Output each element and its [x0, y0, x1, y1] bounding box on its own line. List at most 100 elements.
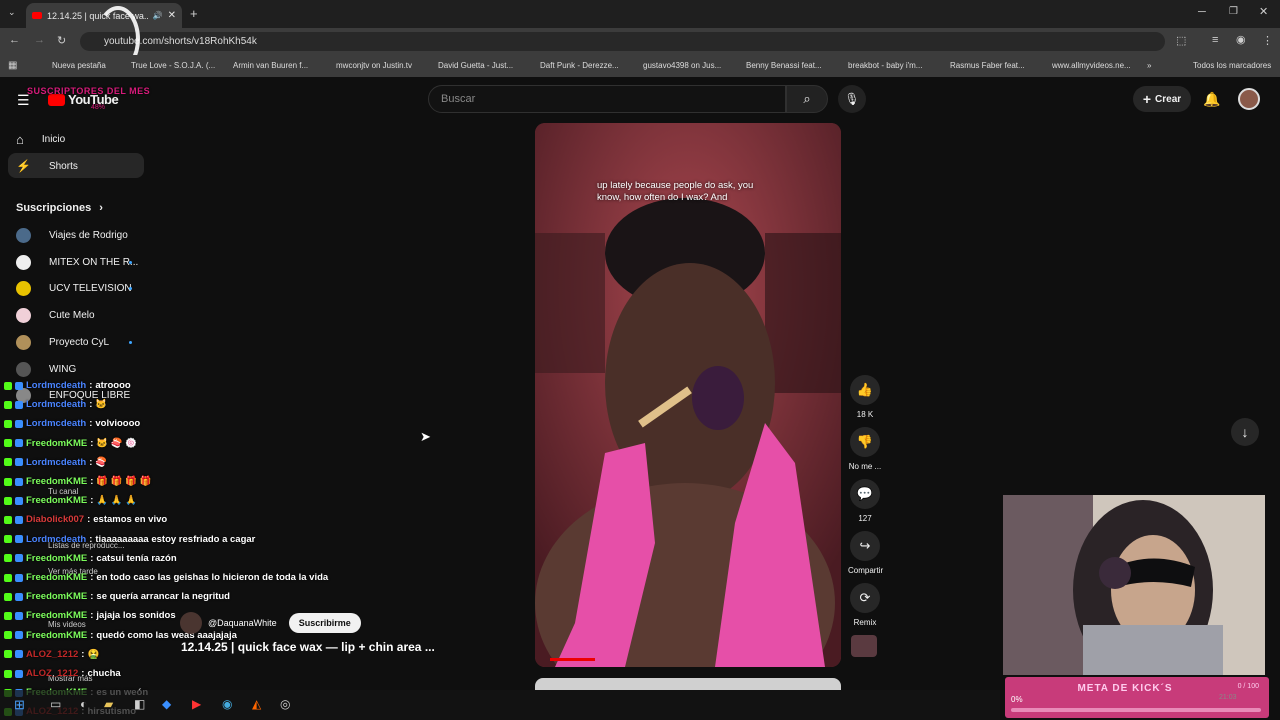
channel-handle[interactable]: @DaquanaWhite [208, 618, 277, 628]
forward-icon[interactable]: → [34, 34, 45, 46]
search-icon: ⌕ [803, 91, 811, 106]
edge-icon[interactable]: ◐ [80, 697, 87, 711]
chat-username: Diabolick007 [26, 514, 85, 526]
sub-badge-icon [15, 631, 23, 640]
bookmark-item[interactable]: Nueva pestaña [52, 61, 106, 70]
bookmark-item[interactable]: Armin van Buuren f... [233, 61, 308, 70]
channel-avatar [16, 361, 31, 377]
chat-text: chucha [87, 668, 121, 679]
address-bar[interactable]: youtube.com/shorts/v18RohKh54k [80, 32, 1165, 51]
windows-start-icon[interactable]: ⊞ [14, 697, 25, 713]
subscription-item[interactable]: MITEX ON THE R... [16, 254, 138, 270]
subscriptions-header[interactable]: Suscripciones › [16, 202, 103, 214]
short-video-player[interactable]: up lately because people do ask, you kno… [535, 123, 841, 667]
chat-username: Lordmcdeath [26, 418, 87, 430]
youtube-app-icon[interactable]: ▶ [192, 697, 201, 711]
chat-text: 🙏 🙏 🙏 [96, 495, 138, 507]
subscription-item[interactable]: WING [16, 361, 77, 377]
short-action-remix[interactable]: ⟳ Remix [848, 583, 882, 627]
all-bookmarks-folder[interactable]: Todos los marcadores [1193, 61, 1271, 70]
kick-badge-icon [4, 496, 12, 505]
more-bookmarks-icon[interactable]: » [1147, 61, 1151, 70]
sub-badge-icon [15, 611, 23, 620]
short-title[interactable]: 12.14.25 | quick face wax — lip + chin a… [181, 640, 435, 654]
file-explorer-icon[interactable]: ▰ [104, 697, 113, 711]
maximize-icon[interactable]: ❐ [1229, 6, 1238, 17]
bookmark-item[interactable]: gustavo4398 on Jus... [643, 61, 721, 70]
chat-username: Lordmcdeath [26, 533, 87, 545]
bookmark-item[interactable]: Benny Benassi feat... [746, 61, 822, 70]
chat-username: ALOZ_1212 [26, 668, 79, 679]
create-button[interactable]: + Crear [1133, 86, 1191, 112]
reload-icon[interactable]: ↻ [57, 34, 66, 47]
sub-badge-icon [15, 515, 23, 524]
chat-message: FreedomKME: 🎁 🎁 🎁 🎁 [4, 476, 152, 487]
subscription-item[interactable]: UCV TELEVISION [16, 281, 132, 297]
bookmark-item[interactable]: mwconjtv on Justin.tv [336, 61, 412, 70]
subs-percent: 48% [91, 104, 106, 111]
voice-search-button[interactable]: 🎙 [838, 85, 866, 113]
window-close-icon[interactable]: ✕ [1259, 5, 1268, 18]
tab-search-chevron-icon[interactable]: ⌄ [8, 7, 16, 18]
account-avatar[interactable] [1238, 88, 1260, 110]
media-control-icon[interactable]: ≡ [1212, 34, 1218, 46]
kick-badge-icon [4, 611, 12, 620]
subscription-item[interactable]: Proyecto CyL [16, 334, 132, 350]
notifications-bell-icon[interactable]: 🔔 [1203, 91, 1220, 108]
subscription-label: WING [49, 363, 77, 375]
short-action-like[interactable]: 👍 18 K [848, 375, 882, 419]
chat-username: Lordmcdeath [26, 456, 87, 468]
channel-avatar[interactable] [180, 612, 202, 634]
kick-badge-icon [4, 592, 12, 601]
sub-badge-icon [15, 477, 23, 486]
subscription-item[interactable]: Viajes de Rodrigo [16, 228, 128, 243]
next-short-preview[interactable] [535, 678, 841, 690]
sub-badge-icon [15, 669, 23, 678]
chat-username: FreedomKME [26, 437, 88, 449]
subscribe-button[interactable]: Suscribirme [288, 613, 361, 633]
search-button[interactable]: ⌕ [786, 85, 828, 113]
search-input[interactable]: Buscar [428, 85, 786, 113]
chat-separator: : [87, 514, 91, 526]
chat-separator: : [90, 476, 94, 487]
chat-message: FreedomKME: 🐱 🍣 🍥 [4, 438, 137, 449]
new-tab-icon[interactable]: + [190, 6, 198, 21]
app-icon[interactable]: ◧ [134, 697, 145, 711]
subscription-label: Proyecto CyL [49, 336, 110, 348]
browser-menu-icon[interactable]: ⋮ [1262, 34, 1273, 47]
speaker-icon[interactable]: 🔊 [153, 11, 163, 20]
sub-badge-icon [15, 419, 23, 428]
short-action-share[interactable]: ↪ Compartir [848, 531, 883, 575]
microphone-icon: 🎙 [844, 92, 860, 106]
chrome-icon[interactable]: ◉ [222, 697, 232, 711]
store-icon[interactable]: ◆ [162, 697, 171, 711]
apps-grid-icon[interactable]: ▦ [8, 60, 17, 71]
chat-message: Lordmcdeath: 🍣 [4, 457, 107, 468]
channel-avatar [16, 228, 31, 243]
tab-close-icon[interactable]: ✕ [168, 10, 176, 21]
plus-icon: + [1142, 91, 1152, 107]
bookmark-item[interactable]: Rasmus Faber feat... [950, 61, 1025, 70]
kick-goal-percent: 0% [1011, 695, 1023, 704]
kick-badge-icon [4, 381, 12, 390]
obs-icon[interactable]: ◎ [280, 697, 290, 711]
profile-avatar-icon[interactable]: ◉ [1236, 33, 1246, 46]
bookmark-item[interactable]: www.allmyvideos.ne... [1052, 61, 1131, 70]
brave-icon[interactable]: ◭ [252, 697, 261, 711]
short-action-comment[interactable]: 💬 127 [848, 479, 882, 523]
taskview-icon[interactable]: ▭ [50, 697, 61, 711]
extensions-icon[interactable]: ⬚ [1176, 34, 1186, 47]
minimize-icon[interactable]: ─ [1198, 6, 1206, 18]
kick-badge-icon [4, 419, 12, 428]
next-short-button[interactable]: ↓ [1231, 418, 1259, 446]
bookmark-item[interactable]: True Love - S.O.J.A. (... [131, 61, 215, 70]
bookmark-item[interactable]: Daft Punk - Derezze... [540, 61, 619, 70]
back-icon[interactable]: ← [9, 34, 20, 46]
bookmark-item[interactable]: breakbot - baby i'm... [848, 61, 922, 70]
bookmark-item[interactable]: David Guetta - Just... [438, 61, 513, 70]
chat-message: ALOZ_1212: chucha [4, 668, 121, 679]
short-action-dislike[interactable]: 👎 No me ... [848, 427, 882, 471]
audio-thumbnail[interactable] [851, 635, 877, 657]
nav-item-inicio[interactable]: ⌂ Inicio [16, 132, 65, 147]
subscription-item[interactable]: Cute Melo [16, 308, 95, 324]
